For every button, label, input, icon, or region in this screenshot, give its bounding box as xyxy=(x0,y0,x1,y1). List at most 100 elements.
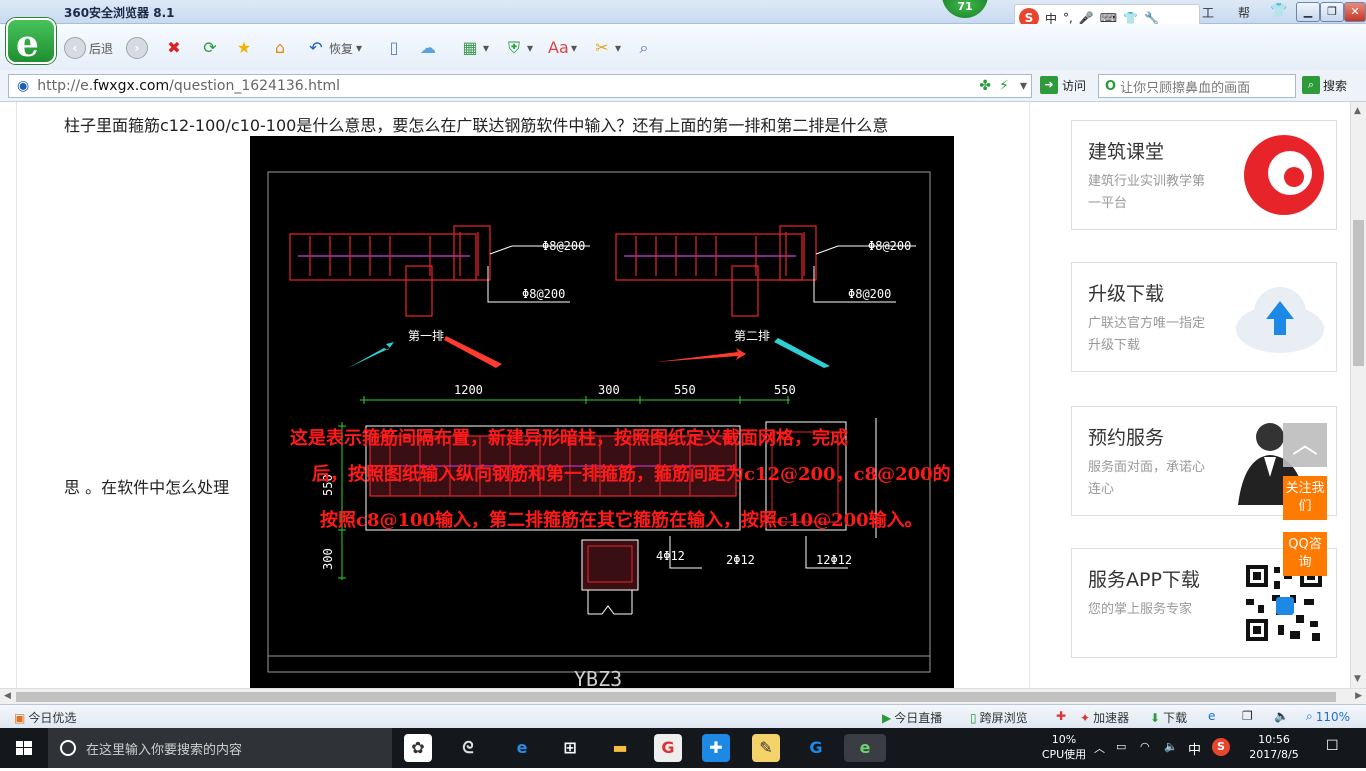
forward-button[interactable]: › xyxy=(126,36,148,60)
scroll-up-arrow-icon[interactable]: ▲ xyxy=(1354,106,1361,116)
medkit-button[interactable]: ✚ xyxy=(1056,709,1066,723)
card-upgrade-download[interactable]: 升级下载 广联达官方唯一指定升级下载 xyxy=(1071,262,1337,372)
compat-mode-icon[interactable]: ✤ xyxy=(979,78,991,94)
windows-taskbar: 在这里输入你要搜索的内容 🎤 ✿ ᘓ e ⊞ ▬ G ✚ ✎ G e 10% C… xyxy=(0,728,1366,768)
taskbar-360-browser[interactable]: e xyxy=(844,734,886,762)
apps-button[interactable]: ▦ ▾ xyxy=(460,36,489,60)
title-bar: 360安全浏览器 8.1 71 S 中 °, 🎤 ⌨ 👕 🔧 文件 查看 收藏 … xyxy=(0,0,1366,37)
favorites-button[interactable]: ★ xyxy=(234,36,254,60)
card-title: 预约服务 xyxy=(1088,427,1165,449)
network-icon[interactable]: ▭ xyxy=(1116,740,1126,753)
skin-shirt-icon[interactable]: 👕 xyxy=(1270,3,1287,19)
horizontal-scrollbar[interactable]: ◀ ▶ xyxy=(0,688,1366,704)
apps-grid-icon: ▦ xyxy=(462,38,478,57)
accelerator-button[interactable]: ✦ 加速器 xyxy=(1080,709,1129,726)
refresh-button[interactable]: ⟳ xyxy=(200,36,220,60)
undo-icon: ↶ xyxy=(309,38,323,57)
window-switch-button[interactable]: ❐ xyxy=(1242,709,1253,723)
scroll-down-arrow-icon[interactable]: ▼ xyxy=(1354,674,1361,684)
cloud-icon: ☁ xyxy=(420,38,436,57)
gift-icon: ▣ xyxy=(14,710,26,725)
taskbar-app-8[interactable]: ✎ xyxy=(752,734,780,762)
downloads-label: 下载 xyxy=(1163,711,1188,725)
scroll-right-arrow-icon[interactable]: ▶ xyxy=(1355,691,1362,701)
visit-button[interactable]: ➜ 访问 xyxy=(1040,76,1086,94)
stop-button[interactable]: ✖ xyxy=(164,36,184,60)
bar-label-1: 4Φ12 xyxy=(656,549,685,563)
ie-icon: e xyxy=(1208,709,1216,723)
taskbar-explorer[interactable]: ▬ xyxy=(606,734,634,762)
taskbar-app-9[interactable]: G xyxy=(802,734,830,762)
url-path: /question_1624136.html xyxy=(169,78,341,94)
flower-app-icon: ✿ xyxy=(411,738,425,757)
close-button[interactable]: ✕ xyxy=(1344,2,1366,22)
taskbar-app-7[interactable]: ✚ xyxy=(702,734,730,762)
cortana-icon xyxy=(60,740,76,756)
clock[interactable]: 10:56 2017/8/5 xyxy=(1238,732,1310,762)
taskbar-app-1[interactable]: ✿ xyxy=(404,734,432,762)
horizontal-scroll-thumb[interactable] xyxy=(16,692,1336,702)
taskbar-app-2[interactable]: ᘓ xyxy=(454,734,482,762)
url-text[interactable]: http://e.fwxgx.com/question_1624136.html xyxy=(37,78,340,94)
taskbar-app-6[interactable]: G xyxy=(654,734,682,762)
card-title: 升级下载 xyxy=(1088,283,1165,305)
shield-icon: ⛨ xyxy=(507,38,520,57)
notes-app-icon: ✎ xyxy=(759,738,773,757)
g-app-icon: G xyxy=(809,738,823,757)
scroll-left-arrow-icon[interactable]: ◀ xyxy=(4,691,11,701)
follow-us-button[interactable]: 关注我们 xyxy=(1283,476,1327,520)
sogou-tray-icon[interactable]: S xyxy=(1212,738,1230,756)
taskbar-edge[interactable]: e xyxy=(508,734,536,762)
cloud-button[interactable]: ☁ xyxy=(418,36,438,60)
phone-icon: ▯ xyxy=(970,710,977,725)
vertical-scroll-thumb[interactable] xyxy=(1353,220,1364,366)
card-title: 建筑课堂 xyxy=(1088,141,1165,163)
vdim-label-2: 300 xyxy=(321,548,335,570)
translate-button[interactable]: Aa ▾ xyxy=(548,36,577,60)
dim-label-4: 550 xyxy=(774,383,796,397)
security-button[interactable]: ⛨ ▾ xyxy=(504,36,533,60)
dropdown-icon[interactable]: ▾ xyxy=(1020,78,1027,94)
taskbar-store[interactable]: ⊞ xyxy=(556,734,584,762)
card-subtitle: 建筑行业实训教学第一平台 xyxy=(1088,174,1206,211)
rebar-label-b: Φ8@200 xyxy=(522,287,565,301)
taskbar-search-input[interactable]: 在这里输入你要搜索的内容 🎤 xyxy=(48,728,430,768)
address-bar[interactable]: ◉ http://e.fwxgx.com/question_1624136.ht… xyxy=(8,74,1032,98)
today-live-button[interactable]: ▶ 今日直播 xyxy=(882,709,942,726)
maximize-button[interactable]: ❐ xyxy=(1320,2,1344,22)
cpu-meter[interactable]: 10% CPU使用 xyxy=(1034,732,1094,762)
downloads-button[interactable]: ⬇ 下载 xyxy=(1150,709,1187,726)
volume-button[interactable]: 🔈 xyxy=(1274,709,1289,723)
scroll-to-top-button[interactable]: ︿ xyxy=(1283,423,1327,467)
window-title: 360安全浏览器 8.1 xyxy=(64,6,175,20)
minimize-button[interactable]: ▁ xyxy=(1296,2,1320,22)
phone-button[interactable]: ▯ xyxy=(384,36,404,60)
qq-consult-button[interactable]: QQ咨询 xyxy=(1283,532,1327,576)
annotation-line-2: 后，按照图纸输入纵向钢筋和第一排箍筋，箍筋间距为c12@200，c8@200的 xyxy=(312,464,951,485)
wifi-icon[interactable]: ◠ xyxy=(1140,740,1150,753)
start-button[interactable] xyxy=(0,728,48,768)
ie-mode-button[interactable]: e xyxy=(1208,709,1215,723)
tray-chevron-up-icon[interactable]: ︿ xyxy=(1094,740,1105,756)
browser-logo[interactable]: e xyxy=(6,18,56,65)
vertical-scrollbar[interactable]: ▲ ▼ xyxy=(1350,102,1366,688)
tray-ime[interactable]: 中 xyxy=(1188,739,1201,758)
cross-screen-button[interactable]: ▯ 跨屏浏览 xyxy=(970,709,1028,726)
cad-drawing-image[interactable]: 第一排 第二排 Φ8@200 Φ8@200 Φ8@200 Φ8@200 1200… xyxy=(250,136,954,688)
card-building-class[interactable]: 建筑课堂 建筑行业实训教学第一平台 xyxy=(1071,120,1337,230)
back-button[interactable]: ‹ 后退 xyxy=(64,36,113,60)
restore-button[interactable]: ↶ 恢复 ▾ xyxy=(306,36,362,60)
search-engine-icon[interactable]: O xyxy=(1105,79,1116,94)
action-center-icon[interactable]: ☐ xyxy=(1326,738,1339,754)
speed-mode-icon[interactable]: ⚡ xyxy=(999,78,1009,94)
screenshot-button[interactable]: ✂ ▾ xyxy=(592,36,621,60)
home-button[interactable]: ⌂ xyxy=(270,36,290,60)
search-input[interactable]: O 让你只顾擦鼻血的画面 xyxy=(1098,74,1296,98)
browser-e-icon: e xyxy=(859,738,871,757)
today-picks-button[interactable]: ▣ 今日优选 xyxy=(14,709,76,726)
zoom-level-button[interactable]: ⌕ 110% xyxy=(1306,709,1350,724)
search-button[interactable]: ⌕ 搜索 xyxy=(1302,76,1347,94)
notification-badge[interactable]: 71 xyxy=(942,0,988,18)
zoom-button[interactable]: ⌕ xyxy=(634,36,654,60)
volume-icon[interactable]: 🔈 xyxy=(1164,740,1178,753)
